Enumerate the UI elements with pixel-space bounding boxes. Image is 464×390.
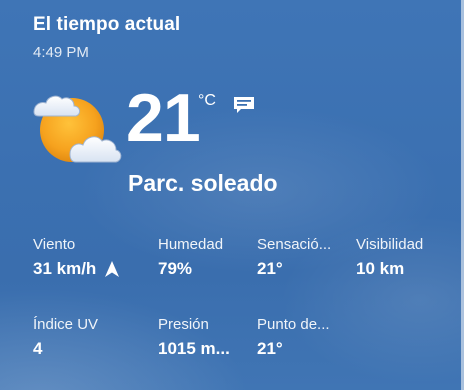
metric-wind[interactable]: Viento 31 km/h: [33, 236, 125, 279]
metric-label: Viento: [33, 236, 76, 253]
metric-visibility[interactable]: Visibilidad 10 km: [356, 236, 456, 279]
metric-value: 4: [33, 339, 43, 358]
card-title: El tiempo actual: [33, 14, 181, 35]
metric-label: Humedad: [158, 236, 224, 253]
metric-label: Presión: [158, 316, 209, 333]
metric-value: 79%: [158, 259, 193, 278]
metric-value: 10 km: [356, 259, 405, 278]
metric-uv-index[interactable]: Índice UV 4: [33, 316, 125, 359]
message-icon[interactable]: [232, 95, 256, 115]
metric-pressure[interactable]: Presión 1015 m...: [158, 316, 250, 359]
metric-dew-point[interactable]: Punto de... 21°: [257, 316, 349, 359]
metric-value: 31 km/h: [33, 259, 125, 279]
metric-label: Visibilidad: [356, 236, 424, 253]
current-temperature: 21: [126, 80, 201, 156]
metric-label: Punto de...: [257, 316, 330, 333]
wind-speed-value: 31 km/h: [33, 259, 97, 278]
metric-humidity[interactable]: Humedad 79%: [158, 236, 250, 279]
observation-time: 4:49 PM: [33, 44, 89, 61]
metric-value: 1015 m...: [158, 339, 230, 358]
metric-value: 21°: [257, 339, 283, 358]
metric-label: Índice UV: [33, 316, 99, 333]
wind-direction-arrow-icon: [105, 261, 120, 277]
metric-value: 21°: [257, 259, 283, 278]
temperature-unit[interactable]: °C: [198, 92, 216, 110]
partly-sunny-icon: [33, 95, 122, 163]
weather-condition: Parc. soleado: [128, 170, 278, 196]
metric-feels-like[interactable]: Sensació... 21°: [257, 236, 349, 279]
metric-label: Sensació...: [257, 236, 332, 253]
current-weather-card[interactable]: El tiempo actual 4:49 PM 21 °C Parc. sol…: [0, 0, 464, 390]
